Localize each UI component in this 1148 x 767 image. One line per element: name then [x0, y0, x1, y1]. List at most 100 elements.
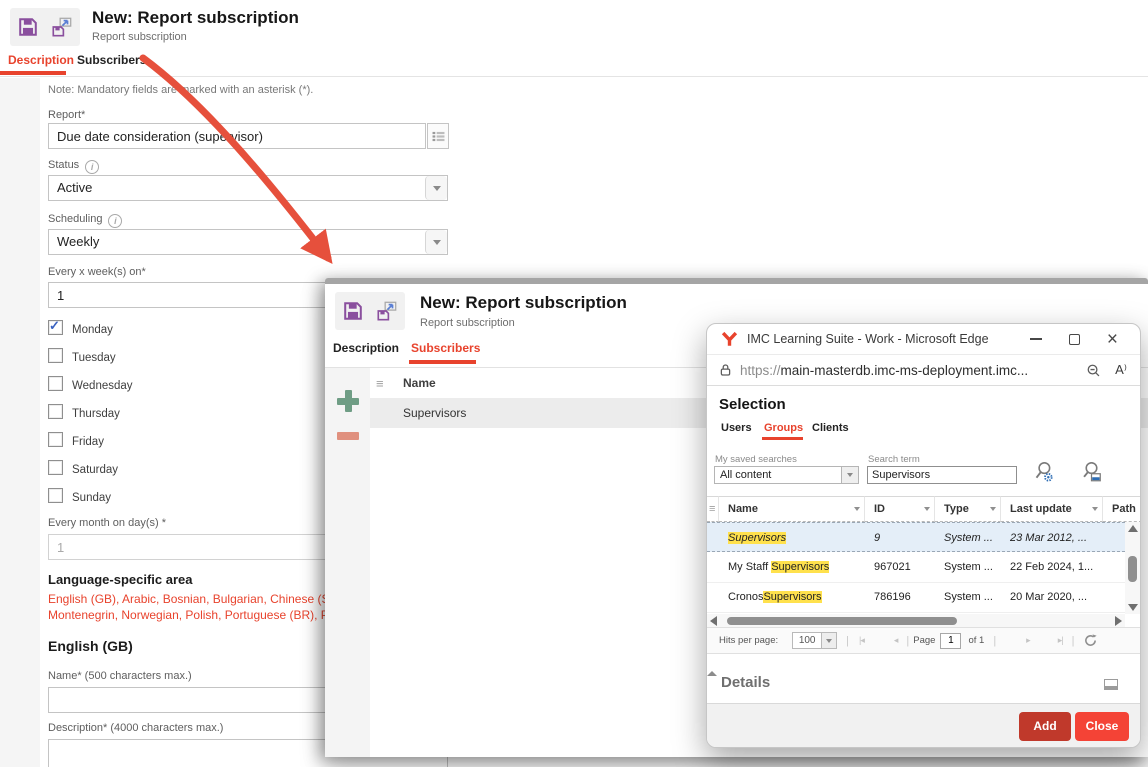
scrollbar-thumb[interactable] — [1128, 556, 1137, 582]
url-text[interactable]: https://main-masterdb.imc-ms-deployment.… — [740, 363, 1028, 378]
checkbox-sunday[interactable]: Sunday — [48, 488, 111, 506]
every-week-label: Every x week(s) on* — [48, 266, 146, 278]
previous-page-button[interactable]: ◂ — [894, 635, 898, 646]
scheduling-dropdown-button[interactable] — [425, 230, 447, 254]
filter-caret-icon[interactable] — [1092, 507, 1098, 511]
overlay-title: New: Report subscription — [420, 293, 627, 313]
scroll-up-icon[interactable] — [1128, 525, 1138, 532]
zoom-out-icon[interactable] — [1086, 363, 1101, 378]
tab-groups[interactable]: Groups — [764, 422, 803, 434]
minimize-icon[interactable] — [1030, 338, 1042, 340]
tab-description[interactable]: Description — [8, 53, 74, 67]
refresh-icon[interactable] — [1084, 634, 1097, 647]
column-header-id[interactable]: ID — [865, 496, 935, 522]
add-button[interactable]: Add — [1019, 712, 1071, 741]
filter-caret-icon[interactable] — [990, 507, 996, 511]
overlay-tab-subscribers[interactable]: Subscribers — [411, 341, 480, 355]
search-term-input[interactable] — [867, 466, 1017, 484]
column-header-last-update[interactable]: Last update — [1001, 496, 1103, 522]
english-gb-heading: English (GB) — [48, 638, 133, 654]
horizontal-scrollbar[interactable] — [707, 614, 1125, 627]
main-left-strip — [0, 78, 40, 767]
overlay-window-top-bar — [325, 278, 1148, 284]
edge-popup-window: IMC Learning Suite - Work - Microsoft Ed… — [706, 323, 1141, 748]
checkbox-saturday[interactable]: Saturday — [48, 460, 118, 478]
panel-resize-handle[interactable] — [707, 654, 1140, 661]
tab-subscribers[interactable]: Subscribers — [77, 53, 146, 67]
scroll-right-icon[interactable] — [1115, 616, 1122, 626]
checkbox-wednesday[interactable]: Wednesday — [48, 376, 133, 394]
pagination-bar: Hits per page: 100 | |◂ ◂ | Page of 1 | … — [707, 627, 1140, 654]
popup-body: Selection Users Groups Clients My saved … — [707, 386, 1140, 748]
column-header-name[interactable]: Name — [719, 496, 865, 522]
status-dropdown[interactable]: Active — [48, 175, 448, 201]
status-info-icon[interactable]: i — [85, 160, 99, 174]
tab-clients[interactable]: Clients — [812, 422, 849, 434]
save-button[interactable] — [17, 16, 39, 38]
filter-caret-icon[interactable] — [854, 507, 860, 511]
result-row[interactable]: My Staff Supervisors 967021 System ... 2… — [707, 552, 1125, 583]
page-number-input[interactable] — [940, 633, 961, 649]
saved-searches-dropdown-button[interactable] — [842, 466, 859, 484]
read-aloud-icon[interactable]: A⁾ — [1115, 362, 1127, 378]
report-picker-button[interactable] — [427, 123, 449, 149]
save-search-button[interactable] — [1081, 460, 1102, 489]
checkbox-friday[interactable]: Friday — [48, 432, 104, 450]
checkbox-monday[interactable]: Monday — [48, 320, 113, 338]
checkbox-thursday[interactable]: Thursday — [48, 404, 120, 422]
save-and-close-button[interactable] — [376, 300, 398, 322]
column-header-path[interactable]: Path — [1103, 496, 1141, 522]
language-links-line2[interactable]: Montenegrin, Norwegian, Polish, Portugue… — [48, 608, 349, 622]
close-icon[interactable]: × — [1107, 334, 1118, 345]
scheduling-dropdown[interactable]: Weekly — [48, 229, 448, 255]
close-button[interactable]: Close — [1075, 712, 1129, 741]
description-label: Description* (4000 characters max.) — [48, 722, 223, 734]
vertical-scrollbar[interactable] — [1125, 522, 1140, 614]
subscribers-name-header[interactable]: Name — [403, 376, 436, 390]
next-page-button[interactable]: ▸ — [1026, 635, 1030, 646]
run-search-button[interactable] — [1033, 460, 1054, 489]
save-and-close-button[interactable] — [51, 16, 73, 38]
overlay-toolbar — [335, 292, 405, 330]
screen: New: Report subscription Report subscrip… — [0, 0, 1148, 767]
checkbox-tuesday[interactable]: Tuesday — [48, 348, 116, 366]
report-input[interactable] — [48, 123, 426, 149]
hits-per-page-dropdown[interactable]: 100 — [792, 632, 837, 649]
main-tab-bar: Description Subscribers — [0, 49, 1148, 77]
popup-title-bar[interactable]: IMC Learning Suite - Work - Microsoft Ed… — [707, 324, 1140, 355]
page-of-label: of 1 — [968, 635, 984, 646]
chevron-down-icon[interactable] — [822, 632, 837, 649]
scroll-left-icon[interactable] — [710, 616, 717, 626]
scroll-down-icon[interactable] — [1128, 604, 1138, 611]
maximize-icon[interactable] — [1069, 334, 1080, 345]
add-subscriber-button[interactable] — [337, 390, 359, 412]
tab-users[interactable]: Users — [721, 422, 752, 434]
every-month-label: Every month on day(s) * — [48, 517, 166, 529]
result-row[interactable]: CronosSupervisors 786196 System ... 20 M… — [707, 582, 1125, 613]
list-picker-icon — [432, 131, 445, 142]
popup-address-bar[interactable]: https://main-masterdb.imc-ms-deployment.… — [707, 355, 1140, 386]
chevron-down-icon — [433, 186, 441, 191]
remove-subscriber-button[interactable] — [337, 432, 359, 440]
saved-searches-dropdown[interactable]: All content — [714, 466, 842, 484]
scheduling-info-icon[interactable]: i — [108, 214, 122, 228]
column-menu-icon[interactable]: ≡ — [707, 496, 719, 522]
result-row-selected[interactable]: Supervisors 9 System ... 23 Mar 2012, ..… — [707, 522, 1125, 552]
checkbox-box — [48, 348, 63, 363]
overlay-tab-description[interactable]: Description — [333, 341, 399, 355]
last-page-button[interactable]: ▸| — [1058, 635, 1063, 646]
save-button[interactable] — [342, 300, 364, 322]
filter-caret-icon[interactable] — [924, 507, 930, 511]
first-page-button[interactable]: |◂ — [859, 635, 864, 646]
status-dropdown-button[interactable] — [425, 176, 447, 200]
collapse-details-icon[interactable] — [1104, 679, 1118, 690]
language-links-line1[interactable]: English (GB), Arabic, Bosnian, Bulgarian… — [48, 592, 349, 606]
mandatory-note: Note: Mandatory fields are marked with a… — [48, 84, 313, 96]
search-settings-icon — [1033, 460, 1054, 484]
column-menu-icon[interactable]: ≡ — [376, 376, 384, 391]
selection-heading: Selection — [719, 396, 786, 413]
scrollbar-thumb[interactable] — [727, 617, 957, 625]
column-header-type[interactable]: Type — [935, 496, 1001, 522]
overlay-active-tab-underline — [409, 360, 476, 364]
overlay-action-sidebar — [325, 368, 370, 757]
